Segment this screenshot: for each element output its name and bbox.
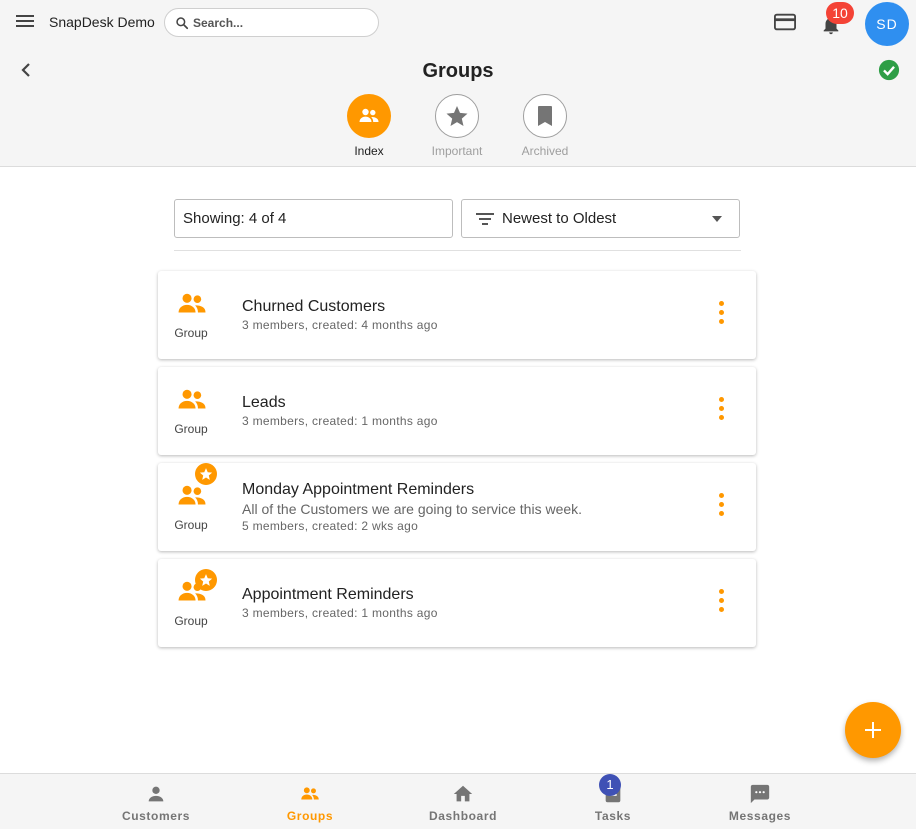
bookmark-icon xyxy=(538,106,552,126)
group-meta: 5 members, created: 2 wks ago xyxy=(242,519,419,533)
important-badge xyxy=(195,463,217,485)
nav-groups[interactable]: Groups xyxy=(260,774,360,829)
group-type-label: Group xyxy=(174,422,208,436)
nav-groups-label: Groups xyxy=(286,809,334,823)
avatar[interactable]: SD xyxy=(865,2,909,46)
tasks-badge: 1 xyxy=(599,774,621,796)
group-avatar xyxy=(173,569,217,607)
add-group-button[interactable] xyxy=(845,702,901,758)
tab-index-circle xyxy=(347,94,391,138)
more-vert-icon[interactable] xyxy=(716,397,726,425)
group-info: Monday Appointment Reminders All of the … xyxy=(242,463,702,551)
divider xyxy=(174,250,741,251)
message-icon xyxy=(750,784,770,804)
showing-count: Showing: 4 of 4 xyxy=(174,199,453,238)
check-circle-icon xyxy=(878,59,900,81)
more-vert-icon[interactable] xyxy=(716,493,726,521)
group-meta: 3 members, created: 1 months ago xyxy=(242,606,438,620)
group-meta: 3 members, created: 4 months ago xyxy=(242,318,438,332)
group-name: Appointment Reminders xyxy=(242,586,414,603)
bottom-nav: Customers Groups Dashboard Tasks Message… xyxy=(0,773,916,829)
page-title: Groups xyxy=(422,60,494,82)
group-meta: 3 members, created: 1 months ago xyxy=(242,414,438,428)
tab-important[interactable]: Important xyxy=(422,94,492,158)
nav-dashboard[interactable]: Dashboard xyxy=(413,774,513,829)
tab-archived-circle xyxy=(523,94,567,138)
star-icon xyxy=(446,106,468,126)
nav-messages-label: Messages xyxy=(728,809,792,823)
group-description: All of the Customers we are going to ser… xyxy=(242,501,583,517)
chevron-down-icon xyxy=(712,216,722,222)
group-avatar xyxy=(173,389,211,415)
filter-icon xyxy=(476,213,494,225)
star-icon xyxy=(199,574,213,586)
group-name: Monday Appointment Reminders xyxy=(242,481,475,498)
view-tabs: Index Important Archived xyxy=(0,94,916,164)
notification-badge: 10 xyxy=(826,2,854,24)
nav-customers[interactable]: Customers xyxy=(106,774,206,829)
group-card[interactable]: Group Monday Appointment Reminders All o… xyxy=(158,463,756,551)
group-icon xyxy=(359,108,379,122)
tab-important-label: Important xyxy=(431,144,483,158)
group-type-label: Group xyxy=(174,614,208,628)
search-input[interactable] xyxy=(193,14,368,32)
more-vert-icon[interactable] xyxy=(716,301,726,329)
important-badge xyxy=(195,569,217,591)
person-icon xyxy=(148,786,164,802)
tab-important-circle xyxy=(435,94,479,138)
nav-customers-label: Customers xyxy=(121,809,191,823)
app-header: SnapDesk Demo 10 SD Groups xyxy=(0,0,916,167)
group-card[interactable]: Group Leads 3 members, created: 1 months… xyxy=(158,367,756,455)
sort-select[interactable]: Newest to Oldest xyxy=(461,199,740,238)
group-info: Churned Customers 3 members, created: 4 … xyxy=(242,271,702,359)
menu-icon[interactable] xyxy=(14,12,36,32)
tab-index-label: Index xyxy=(354,144,384,158)
group-avatar xyxy=(173,463,217,511)
group-card[interactable]: Group Churned Customers 3 members, creat… xyxy=(158,271,756,359)
search-icon xyxy=(176,17,189,30)
group-name: Churned Customers xyxy=(242,298,386,315)
group-info: Appointment Reminders 3 members, created… xyxy=(242,559,702,647)
group-type-label: Group xyxy=(174,518,208,532)
tab-index[interactable]: Index xyxy=(334,94,404,158)
more-vert-icon[interactable] xyxy=(716,589,726,617)
home-icon xyxy=(453,785,473,802)
nav-tasks-label: Tasks xyxy=(594,809,632,823)
group-name: Leads xyxy=(242,394,286,411)
tab-archived[interactable]: Archived xyxy=(510,94,580,158)
group-list: Group Churned Customers 3 members, creat… xyxy=(158,271,756,655)
group-icon xyxy=(301,787,319,800)
group-info: Leads 3 members, created: 1 months ago xyxy=(242,367,702,455)
star-icon xyxy=(199,468,213,480)
sort-label: Newest to Oldest xyxy=(502,210,617,227)
group-icon xyxy=(178,389,206,409)
search-bar[interactable] xyxy=(164,8,379,37)
group-icon xyxy=(178,293,206,313)
group-card[interactable]: Group Appointment Reminders 3 members, c… xyxy=(158,559,756,647)
app-name: SnapDesk Demo xyxy=(49,14,155,30)
credit-card-icon[interactable] xyxy=(774,12,796,32)
group-type-label: Group xyxy=(174,326,208,340)
nav-dashboard-label: Dashboard xyxy=(428,809,498,823)
group-avatar xyxy=(173,293,211,319)
tab-archived-label: Archived xyxy=(521,144,569,158)
nav-messages[interactable]: Messages xyxy=(710,774,810,829)
plus-icon xyxy=(865,722,881,738)
